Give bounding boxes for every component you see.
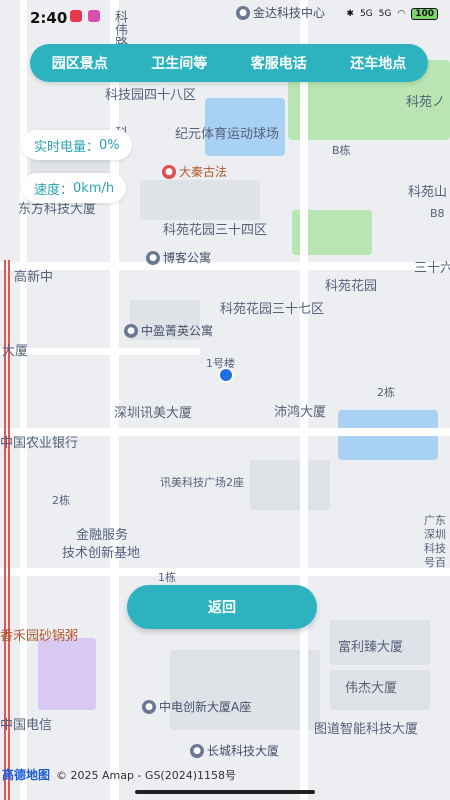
- copyright-text: © 2025 Amap - GS(2024)1158号: [56, 768, 237, 782]
- map-label: 中国电信: [0, 718, 53, 733]
- building-icon: ●: [124, 323, 138, 338]
- map-label: 科苑花园三十四区: [163, 223, 268, 238]
- tab-return-location[interactable]: 还车地点: [346, 53, 410, 73]
- map-label: 纪元体育运动球场: [175, 127, 280, 142]
- poi-apartment[interactable]: ● 博客公寓: [146, 249, 211, 266]
- wifi-icon: ◠: [397, 9, 406, 19]
- building-block: [140, 180, 260, 220]
- speed-label: 速度：: [34, 182, 74, 198]
- map-label: 讯美科技广场2座: [160, 476, 244, 489]
- building-block: [250, 460, 330, 510]
- bluetooth-icon: ✱: [346, 9, 354, 19]
- road: [0, 568, 450, 576]
- status-time: 2:40: [30, 9, 68, 27]
- map-label: 图道智能科技大厦: [314, 722, 419, 737]
- map-label: 号百: [424, 556, 446, 569]
- road: [20, 0, 27, 800]
- restaurant-icon: ●: [162, 164, 176, 179]
- poi-restaurant[interactable]: ● 大秦古法: [162, 163, 227, 180]
- building-icon: ●: [190, 743, 204, 758]
- home-indicator[interactable]: [135, 790, 315, 794]
- building-icon: ●: [142, 699, 156, 714]
- map-label: 深圳讯美大厦: [114, 406, 193, 421]
- speed-chip: 速度： 0km/h: [22, 173, 127, 203]
- map-label: 科苑山: [408, 185, 448, 200]
- map-label: 2栋: [52, 494, 70, 507]
- poi-apartment[interactable]: ● 中盈菁英公寓: [124, 322, 213, 339]
- map-view[interactable]: 科技园四十八区 纪元体育运动球场 ● 大秦古法 东方科技大厦 科苑花园三十四区 ●…: [0, 0, 450, 800]
- map-label: 1栋: [158, 571, 176, 584]
- road: [0, 262, 450, 270]
- building-block: [170, 650, 320, 730]
- road: [300, 0, 308, 800]
- map-label: B栋: [332, 144, 351, 157]
- map-label: 中国农业银行: [0, 436, 79, 451]
- map-label: 金融服务: [76, 528, 129, 543]
- map-label: 科技园四十八区: [105, 88, 197, 103]
- map-label: 科苑花园: [325, 279, 378, 294]
- poi-building[interactable]: ● 中电创新大厦A座: [142, 698, 251, 715]
- tab-park-attractions[interactable]: 园区景点: [48, 53, 112, 73]
- road: [0, 348, 200, 355]
- map-label: 富利臻大厦: [338, 640, 404, 655]
- map-attribution: 高德地图 © 2025 Amap - GS(2024)1158号: [2, 766, 236, 783]
- map-label: 伟杰大厦: [345, 681, 398, 696]
- map-label: 沛鸿大厦: [274, 405, 327, 420]
- map-label: 三十六: [414, 261, 450, 276]
- map-label: 技术创新基地: [62, 546, 141, 561]
- building-icon: ●: [146, 250, 160, 265]
- map-label: 2栋: [377, 386, 395, 399]
- battery-value: 0%: [99, 137, 120, 153]
- poi-building[interactable]: ● 长城科技大厦: [190, 742, 279, 759]
- tab-customer-service[interactable]: 客服电话: [247, 53, 311, 73]
- purple-area: [38, 638, 96, 710]
- top-tab-bar: 园区景点 卫生间等 客服电话 还车地点: [30, 44, 428, 82]
- current-location-icon: [218, 367, 234, 383]
- map-label: 高新中: [14, 270, 54, 285]
- map-label: 香禾园砂锅粥: [0, 629, 79, 644]
- status-bar: 2:40 ✱ 5G 5G ◠ 100: [0, 0, 450, 30]
- app-notification-icon: [70, 10, 82, 22]
- battery-label: 实时电量：: [34, 139, 100, 155]
- status-app-icons: [70, 10, 100, 22]
- map-label: 大厦: [2, 344, 29, 359]
- tab-restrooms[interactable]: 卫生间等: [147, 53, 211, 73]
- status-indicators: ✱ 5G 5G ◠ 100: [346, 8, 438, 20]
- signal-icon-b: 5G: [378, 9, 392, 19]
- back-button[interactable]: 返回: [127, 585, 317, 629]
- speed-value: 0km/h: [73, 180, 115, 196]
- map-label: 科苑花园三十七区: [220, 302, 325, 317]
- app-notification-icon: [88, 10, 100, 22]
- signal-icon-a: 5G: [359, 9, 373, 19]
- map-label: 科苑ノ: [406, 95, 446, 110]
- road: [110, 0, 119, 800]
- battery-chip: 实时电量： 0%: [22, 130, 132, 160]
- amap-logo: 高德地图: [2, 768, 51, 782]
- battery-icon: 100: [411, 8, 438, 20]
- map-label: B8: [430, 207, 445, 220]
